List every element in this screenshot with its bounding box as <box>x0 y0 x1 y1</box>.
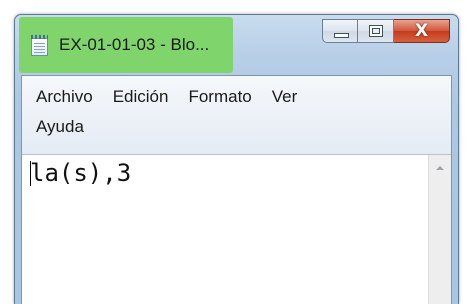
vertical-scrollbar[interactable] <box>428 155 451 304</box>
text-editor[interactable]: la(s),3 <box>22 155 451 304</box>
menu-formato[interactable]: Formato <box>178 87 261 107</box>
title-area: EX-01-01-03 - Blo... <box>29 33 209 57</box>
menu-ayuda[interactable]: Ayuda <box>26 117 94 137</box>
window-title: EX-01-01-03 - Blo... <box>59 35 210 54</box>
client-area: Archivo Edición Formato Ver Ayuda la(s),… <box>21 75 452 304</box>
editor-content[interactable]: la(s),3 <box>30 158 131 188</box>
menu-ver[interactable]: Ver <box>262 87 308 107</box>
caption-buttons: X <box>322 19 450 43</box>
notepad-window: EX-01-01-03 - Blo... X Archivo Edición F… <box>14 14 459 304</box>
menu-edicion[interactable]: Edición <box>103 87 179 107</box>
close-icon: X <box>414 21 429 41</box>
menu-archivo[interactable]: Archivo <box>26 87 103 107</box>
minimize-button[interactable] <box>322 19 358 43</box>
menu-bar: Archivo Edición Formato Ver Ayuda <box>22 76 451 155</box>
maximize-button[interactable] <box>358 19 394 43</box>
scroll-up-arrow-icon[interactable] <box>429 155 451 177</box>
text-caret <box>30 161 31 186</box>
close-button[interactable]: X <box>394 19 450 43</box>
maximize-icon <box>369 25 383 37</box>
title-bar[interactable]: EX-01-01-03 - Blo... X <box>15 15 458 75</box>
minimize-icon <box>334 33 349 38</box>
notepad-icon[interactable] <box>29 34 50 56</box>
